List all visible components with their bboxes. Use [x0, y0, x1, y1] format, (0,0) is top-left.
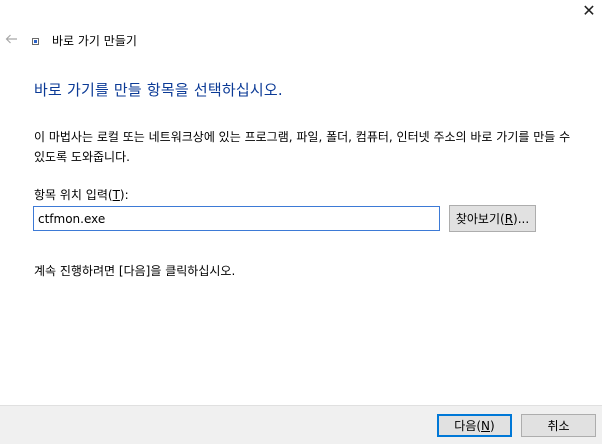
shortcut-icon	[32, 38, 39, 45]
cancel-button[interactable]: 취소	[521, 414, 596, 437]
wizard-description: 이 마법사는 로컬 또는 네트워크상에 있는 프로그램, 파일, 폴더, 컴퓨터…	[34, 130, 571, 164]
page-heading: 바로 가기를 만들 항목을 선택하십시오.	[34, 81, 283, 99]
location-label-prefix: 항목 위치 입력(	[34, 188, 113, 202]
location-input[interactable]	[33, 206, 440, 231]
back-arrow-icon	[5, 34, 17, 44]
window-title: 바로 가기 만들기	[52, 34, 137, 48]
browse-label-prefix: 찾아보기(	[455, 212, 505, 226]
browse-label-accelerator: R	[504, 211, 514, 226]
next-label-accelerator: N	[481, 418, 491, 433]
browse-button[interactable]: 찾아보기(R)...	[449, 205, 536, 232]
back-button[interactable]	[4, 32, 18, 46]
next-label-suffix: )	[490, 418, 495, 433]
instruction-text: 계속 진행하려면 [다음]을 클릭하십시오.	[34, 264, 236, 278]
close-icon: ✕	[582, 1, 596, 20]
browse-label-suffix: )...	[513, 211, 530, 226]
close-button[interactable]: ✕	[576, 0, 602, 22]
next-button[interactable]: 다음(N)	[437, 414, 512, 437]
location-label-accelerator: T	[112, 188, 120, 202]
location-label: 항목 위치 입력(T):	[34, 186, 129, 203]
next-label-prefix: 다음(	[454, 419, 482, 433]
location-label-suffix: ):	[119, 188, 129, 202]
